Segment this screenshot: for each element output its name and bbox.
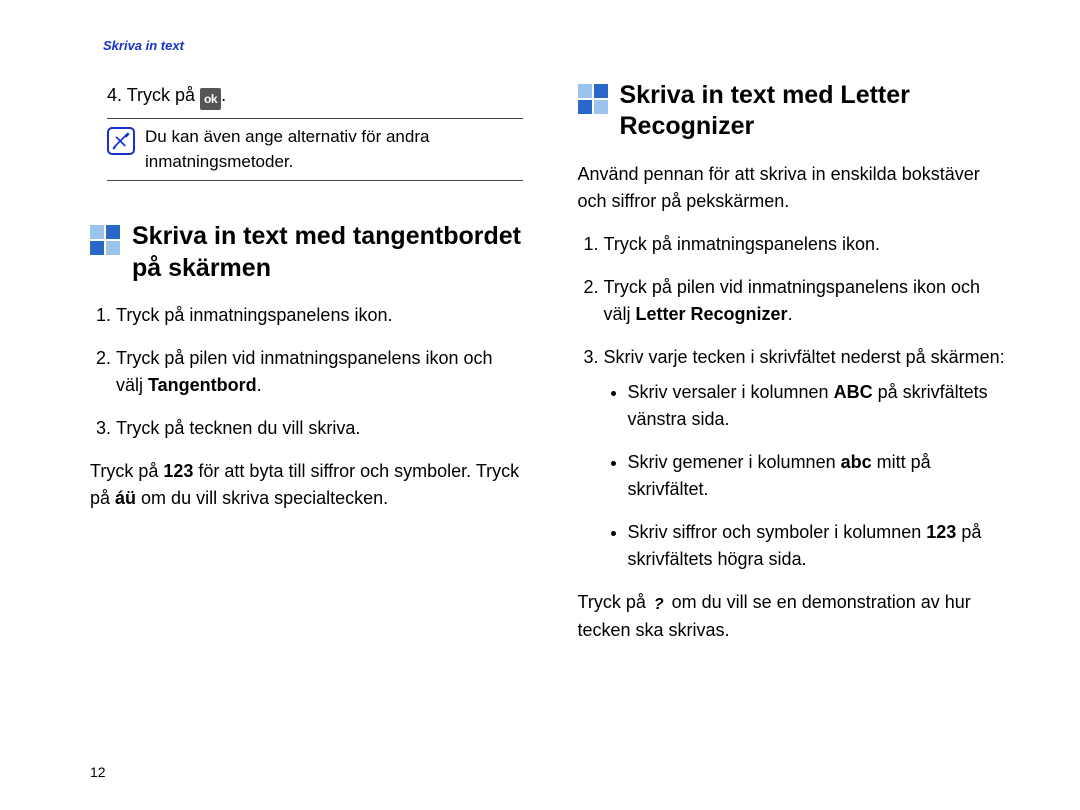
list-item: Skriv varje tecken i skrivfältet nederst…: [604, 344, 1011, 573]
manual-page: Skriva in text 4. Tryck på ok. Du kan äv…: [0, 0, 1080, 810]
list-item: Tryck på tecknen du vill skriva.: [116, 415, 523, 442]
step4-prefix: 4. Tryck på: [107, 85, 200, 105]
list-item: Tryck på inmatningspanelens ikon.: [604, 231, 1011, 258]
note-box: Du kan även ange alternativ för andra in…: [107, 118, 523, 181]
squares-icon: [90, 225, 120, 255]
note-icon: [107, 127, 135, 155]
page-header: Skriva in text: [103, 38, 184, 53]
columns: 4. Tryck på ok. Du kan även ange alterna…: [90, 80, 1010, 644]
list-item: Tryck på inmatningspanelens ikon.: [116, 302, 523, 329]
keyboard-steps: Tryck på inmatningspanelens ikon. Tryck …: [90, 302, 523, 442]
letter-steps: Tryck på inmatningspanelens ikon. Tryck …: [578, 231, 1011, 573]
right-column: Skriva in text med Letter Recognizer Anv…: [578, 80, 1011, 644]
list-item: Skriv gemener i kolumnen abc mitt på skr…: [628, 449, 1011, 503]
page-number: 12: [90, 764, 106, 780]
note-text: Du kan även ange alternativ för andra in…: [145, 125, 523, 174]
letter-intro: Använd pennan för att skriva in enskilda…: [578, 161, 1011, 215]
section-title-keyboard: Skriva in text med tangentbordet på skär…: [132, 221, 523, 284]
ok-icon: ok: [200, 88, 221, 110]
step4-suffix: .: [221, 85, 226, 105]
list-item: Skriv siffror och symboler i kolumnen 12…: [628, 519, 1011, 573]
keyboard-after: Tryck på 123 för att byta till siffror o…: [90, 458, 523, 512]
section-title-letter: Skriva in text med Letter Recognizer: [620, 80, 1011, 143]
list-item: Tryck på pilen vid inmatningspanelens ik…: [116, 345, 523, 399]
list-item: Skriv versaler i kolumnen ABC på skrivfä…: [628, 379, 1011, 433]
letter-sub-bullets: Skriv versaler i kolumnen ABC på skrivfä…: [604, 379, 1011, 573]
section-head-letter: Skriva in text med Letter Recognizer: [578, 80, 1011, 143]
left-column: 4. Tryck på ok. Du kan även ange alterna…: [90, 80, 523, 644]
letter-after: Tryck på ? om du vill se en demonstratio…: [578, 589, 1011, 644]
section-head-keyboard: Skriva in text med tangentbordet på skär…: [90, 221, 523, 284]
list-item: Tryck på pilen vid inmatningspanelens ik…: [604, 274, 1011, 328]
help-icon: ?: [651, 593, 667, 617]
squares-icon: [578, 84, 608, 114]
step-4: 4. Tryck på ok.: [107, 82, 523, 110]
